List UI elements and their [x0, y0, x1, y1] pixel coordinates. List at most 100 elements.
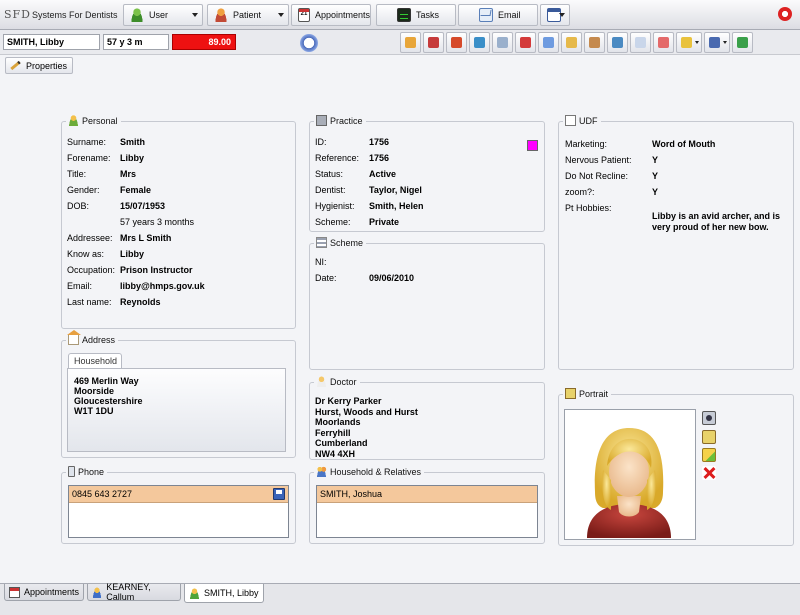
patient-menu-label: Patient — [233, 10, 262, 20]
hobbies-value: Libby is an avid archer, and is very pro… — [652, 211, 781, 232]
window-icon[interactable] — [704, 32, 730, 53]
patient-color-swatch — [527, 140, 538, 151]
card-icon[interactable] — [630, 32, 651, 53]
tab-household[interactable]: Household — [68, 353, 122, 369]
patient-name-field[interactable]: SMITH, Libby — [3, 34, 100, 50]
list-item[interactable]: SMITH, Joshua — [317, 486, 537, 503]
email-value[interactable]: libby@hmps.gov.uk — [120, 281, 205, 291]
address-panel: Address Household 469 Merlin Way Moorsid… — [61, 330, 296, 458]
scheme-panel: Scheme NI: Date: 09/06/2010 — [309, 237, 545, 370]
delete-icon[interactable] — [702, 466, 716, 480]
medical-icon[interactable] — [515, 32, 536, 53]
open-folder-icon[interactable] — [702, 448, 716, 462]
appointments-menu-button[interactable]: 21 Appointments — [291, 4, 371, 26]
pencil-icon — [10, 60, 21, 71]
field-label: Gender: — [67, 185, 100, 195]
field-label: ID: — [315, 137, 327, 147]
patient-menu-button[interactable]: Patient — [207, 4, 289, 26]
frame-icon[interactable] — [702, 430, 716, 444]
pen-icon[interactable] — [676, 32, 702, 53]
patient-toolbar: SMITH, Libby 57 y 3 m 89.00 — [0, 30, 800, 55]
field-label: Status: — [315, 169, 344, 179]
portrait-image[interactable] — [564, 409, 696, 540]
tasks-menu-button[interactable]: Tasks — [376, 4, 456, 26]
camera-icon[interactable] — [702, 411, 716, 425]
tab-label: Appointments — [23, 587, 79, 597]
email-menu-button[interactable]: Email — [458, 4, 538, 26]
marketing-value: Word of Mouth — [652, 139, 716, 149]
address-title-text: Address — [82, 334, 116, 345]
attach-icon[interactable] — [538, 32, 559, 53]
field-label: Know as: — [67, 249, 105, 259]
doctor-title-text: Doctor — [330, 376, 357, 387]
photo-icon[interactable] — [607, 32, 628, 53]
field-label: Date: — [315, 273, 337, 283]
household-member: SMITH, Joshua — [320, 489, 383, 499]
portrait-icon — [565, 388, 576, 399]
home-icon[interactable] — [400, 32, 421, 53]
udf-panel-title: UDF — [563, 115, 601, 126]
tab-kearney-callum[interactable]: KEARNEY, Callum — [87, 582, 181, 602]
balance-field: 89.00 — [172, 34, 236, 50]
doctor-panel-title: Doctor — [314, 376, 360, 387]
patient-icon — [92, 586, 103, 598]
dentist-value: Taylor, Nigel — [369, 185, 422, 195]
id-value: 1756 — [369, 137, 390, 147]
address-panel-title: Address — [66, 330, 119, 345]
mouth-icon[interactable] — [653, 32, 674, 53]
person-icon — [68, 115, 79, 126]
tab-label: KEARNEY, Callum — [106, 582, 151, 602]
save-icon[interactable] — [273, 488, 285, 500]
address-line: Moorside — [74, 386, 115, 396]
user-menu-label: User — [149, 10, 169, 20]
help-icon[interactable] — [778, 7, 792, 21]
field-label: Addressee: — [67, 233, 113, 243]
patient-icon — [214, 8, 228, 22]
treatment-icon[interactable] — [469, 32, 490, 53]
add-calendar-icon[interactable] — [732, 32, 753, 53]
scheme-title-text: Scheme — [330, 237, 364, 248]
practice-panel-title: Practice — [314, 115, 366, 126]
tasks-menu-label: Tasks — [416, 10, 440, 20]
calendar-icon[interactable] — [423, 32, 444, 53]
alarm-clock-icon[interactable] — [300, 34, 318, 52]
doctor-line: Ferryhill — [315, 427, 351, 438]
field-label: Marketing: — [565, 139, 608, 149]
address-line: W1T 1DU — [74, 406, 114, 416]
notes-icon[interactable] — [492, 32, 513, 53]
tab-appointments[interactable]: Appointments — [4, 584, 84, 601]
appointments-menu-label: Appointments — [314, 10, 370, 20]
list-item[interactable]: 0845 643 2727 — [69, 486, 288, 503]
doctor-details: Dr Kerry Parker Hurst, Woods and Hurst M… — [315, 396, 418, 459]
phone-list: 0845 643 2727 — [68, 485, 289, 538]
field-label: Occupation: — [67, 265, 116, 275]
portrait-panel: Portrait — [558, 388, 794, 546]
hygienist-value: Smith, Helen — [369, 201, 424, 211]
field-label: Scheme: — [315, 217, 351, 227]
app-title: Systems For Dentists — [32, 10, 118, 20]
household-panel: Household & Relatives SMITH, Joshua — [309, 466, 545, 544]
scales-icon[interactable] — [561, 32, 582, 53]
tab-smith-libby[interactable]: SMITH, Libby — [184, 584, 264, 603]
practice-title-text: Practice — [330, 115, 363, 126]
portrait-panel-title: Portrait — [563, 388, 612, 399]
window-menu-button[interactable] — [540, 4, 570, 26]
dob-value: 15/07/1953 — [120, 201, 166, 211]
properties-button[interactable]: Properties — [5, 57, 74, 74]
app-logo: SFD — [4, 8, 31, 21]
doctor-line: Hurst, Woods and Hurst — [315, 406, 418, 417]
address-line: Gloucestershire — [74, 396, 143, 406]
personal-panel-title: Personal — [66, 115, 121, 126]
field-label: DOB: — [67, 201, 90, 211]
personal-title-text: Personal — [82, 115, 118, 126]
user-menu-button[interactable]: User — [123, 4, 203, 26]
house-icon — [67, 330, 81, 345]
chart-icon[interactable] — [584, 32, 605, 53]
xray-icon[interactable] — [446, 32, 467, 53]
udf-title-text: UDF — [579, 115, 598, 126]
udf-panel: UDF Marketing: Word of Mouth Nervous Pat… — [558, 115, 794, 370]
field-label: Do Not Recline: — [565, 171, 629, 181]
household-panel-title: Household & Relatives — [314, 466, 425, 477]
patient-age-field: 57 y 3 m — [103, 34, 169, 50]
doctor-line: Moorlands — [315, 417, 361, 427]
